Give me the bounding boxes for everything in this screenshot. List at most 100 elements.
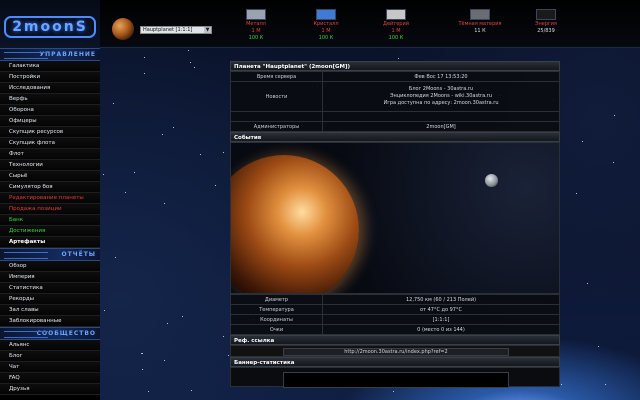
planet-select[interactable]: Hauptplanet [1:1:1] ▼: [140, 26, 212, 34]
star: [582, 141, 583, 142]
sidebar-section-management: УПРАВЛЕНИЕ: [0, 48, 100, 61]
resource-amount: 11 К: [474, 28, 486, 34]
star: [164, 203, 165, 204]
star: [142, 353, 143, 354]
sidebar-item-community-4[interactable]: Друзья: [0, 384, 100, 395]
resource-production: 1 М: [251, 28, 261, 34]
star: [605, 384, 606, 385]
banner-title: Баннер-статистика: [230, 357, 560, 367]
chevron-down-icon[interactable]: ▼: [204, 27, 211, 33]
star: [103, 174, 104, 175]
resource-name: Дейтерий: [383, 21, 409, 27]
resource-2[interactable]: Дейтерий 1 М 100 К: [374, 9, 418, 42]
star: [141, 353, 142, 354]
game-logo[interactable]: 2moonS: [4, 16, 96, 38]
server-time-label: Время сервера: [230, 71, 323, 82]
points-label: Очки: [230, 324, 323, 335]
star: [576, 193, 577, 194]
sidebar-item-management-4[interactable]: Оборона: [0, 105, 100, 116]
sidebar: УПРАВЛЕНИЕ Галактика Постройки Исследовани…: [0, 48, 100, 400]
sidebar-item-reports-5[interactable]: Заблокированные: [0, 316, 100, 327]
resource-0[interactable]: Металл 1 М 100 К: [234, 9, 278, 42]
banner-image[interactable]: [283, 372, 509, 388]
sidebar-item-community-2[interactable]: Чат: [0, 362, 100, 373]
resource-amount: 100 К: [388, 35, 404, 41]
sidebar-item-management-11[interactable]: Симулятор боя: [0, 182, 100, 193]
star: [561, 384, 562, 385]
resource-name: Энергия: [535, 21, 557, 27]
sidebar-item-community-1[interactable]: Блог: [0, 351, 100, 362]
sidebar-item-reports-4[interactable]: Зал славы: [0, 305, 100, 316]
sidebar-item-management-1[interactable]: Постройки: [0, 72, 100, 83]
planet-select-value: Hauptplanet [1:1:1]: [143, 27, 193, 33]
star: [148, 391, 149, 392]
sidebar-item-management-10[interactable]: Сырьё: [0, 171, 100, 182]
banner-area: [230, 367, 560, 388]
sidebar-section-reports: ОТЧЁТЫ: [0, 248, 100, 261]
news-line[interactable]: Блог 2Moons - 30astra.ru: [325, 86, 557, 93]
deuterium-icon[interactable]: [386, 9, 406, 20]
moon-icon[interactable]: [485, 174, 498, 187]
star: [104, 310, 105, 311]
star: [194, 67, 195, 68]
sidebar-item-management-8[interactable]: Флот: [0, 149, 100, 160]
star: [223, 152, 224, 153]
coords-value[interactable]: [1:1:1]: [322, 314, 560, 325]
planet-thumbnail[interactable]: [112, 18, 134, 40]
diameter-label: Диаметр: [230, 294, 323, 305]
crystal-icon[interactable]: [316, 9, 336, 20]
planet-render: [231, 155, 359, 293]
star: [215, 185, 216, 186]
sidebar-item-management-14[interactable]: Банк: [0, 215, 100, 226]
server-time-value: Фев Вос 17 13:53:20: [322, 71, 560, 82]
star: [587, 283, 588, 284]
sidebar-item-management-13[interactable]: Продажа позиции: [0, 204, 100, 215]
resource-amount: 100 К: [248, 35, 264, 41]
sidebar-item-management-5[interactable]: Офицеры: [0, 116, 100, 127]
sidebar-item-reports-2[interactable]: Статистика: [0, 283, 100, 294]
news-content: Блог 2Moons - 30astra.ru Энциклопедия 2M…: [322, 81, 560, 112]
points-value: 0 (место 0 из 144): [322, 324, 560, 335]
sidebar-item-management-3[interactable]: Верфь: [0, 94, 100, 105]
news-line[interactable]: Игра доступна по адресу: 2moon.30astra.r…: [325, 100, 557, 107]
logo-area: 2moonS: [0, 0, 100, 48]
sidebar-item-community-0[interactable]: Альянс: [0, 340, 100, 351]
star: [598, 346, 599, 347]
sidebar-item-reports-1[interactable]: Империя: [0, 272, 100, 283]
sidebar-item-reports-3[interactable]: Рекорды: [0, 294, 100, 305]
sidebar-item-management-6[interactable]: Скупщик ресурсов: [0, 127, 100, 138]
sidebar-item-management-2[interactable]: Исследования: [0, 83, 100, 94]
sidebar-item-reports-0[interactable]: Обзор: [0, 261, 100, 272]
admins-value[interactable]: 2moon[GM]: [322, 121, 560, 132]
sidebar-item-management-12[interactable]: Редактирование планеты: [0, 193, 100, 204]
star: [113, 103, 114, 104]
news-line[interactable]: Энциклопедия 2Moons - wiki.30astra.ru: [325, 93, 557, 100]
resource-1[interactable]: Кристалл 1 М 100 К: [304, 9, 348, 42]
events-title: События: [230, 132, 560, 142]
ref-link-row: http://2moon.30astra.ru/index.php?ref=2: [230, 345, 560, 357]
metal-icon[interactable]: [246, 9, 266, 20]
resource-3[interactable]: Тёмная материя 11 К: [458, 9, 502, 35]
star: [191, 390, 192, 391]
star: [144, 57, 145, 58]
planet-title: Планета "Hauptplanet" (2moon[GM]): [230, 61, 560, 71]
sidebar-item-management-9[interactable]: Технологии: [0, 160, 100, 171]
star: [223, 336, 224, 337]
resource-4[interactable]: Энергия 25/839: [524, 9, 568, 35]
sidebar-item-management-7[interactable]: Скупщик флота: [0, 138, 100, 149]
dark-matter-icon[interactable]: [470, 9, 490, 20]
sidebar-item-management-15[interactable]: Достижения: [0, 226, 100, 237]
sidebar-item-community-3[interactable]: FAQ: [0, 373, 100, 384]
ref-link-title: Реф. ссылка: [230, 335, 560, 345]
star: [162, 134, 163, 135]
star: [134, 172, 135, 173]
energy-icon[interactable]: [536, 9, 556, 20]
star: [188, 50, 189, 51]
star: [614, 115, 615, 116]
sidebar-section-community: СООБЩЕСТВО: [0, 327, 100, 340]
resource-amount: 100 К: [318, 35, 334, 41]
sidebar-item-management-0[interactable]: Галактика: [0, 61, 100, 72]
top-bar: Hauptplanet [1:1:1] ▼ Металл 1 М 100 К Крис…: [100, 0, 640, 48]
sidebar-item-management-16[interactable]: Артефакты: [0, 237, 100, 248]
ref-link-input[interactable]: http://2moon.30astra.ru/index.php?ref=2: [283, 348, 509, 356]
